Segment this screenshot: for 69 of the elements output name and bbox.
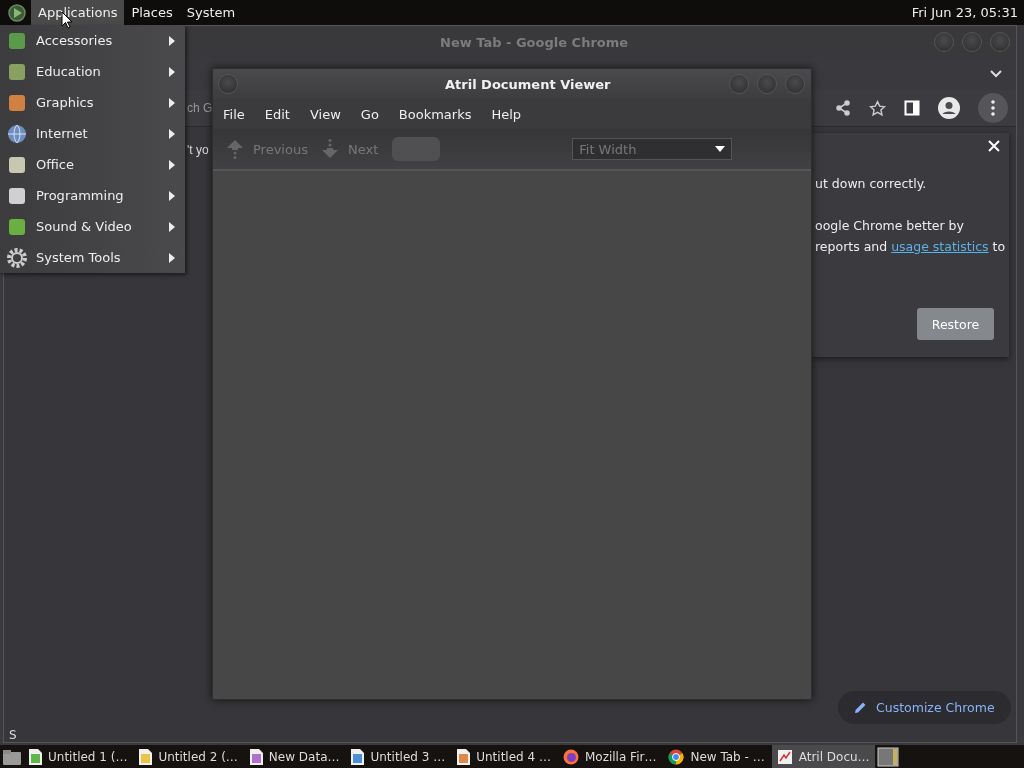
browser-icon [562, 748, 579, 765]
panel-menu[interactable]: System [179, 0, 243, 25]
submenu-arrow-icon [169, 128, 175, 139]
usage-statistics-link[interactable]: usage statistics [891, 239, 989, 254]
up-arrow-icon [225, 138, 245, 160]
submenu-arrow-icon [169, 190, 175, 201]
submenu-arrow-icon [169, 35, 175, 46]
taskbar-button[interactable]: New Tab - … [663, 745, 770, 768]
gear-icon [6, 246, 28, 269]
document-icon [457, 748, 471, 765]
taskbar-button[interactable]: Untitled 3 … [346, 745, 451, 768]
panel-menu[interactable]: Places [124, 0, 180, 25]
submenu-arrow-icon [169, 97, 175, 108]
page-text: 't yo [187, 143, 209, 157]
clock: Fri Jun 23, 05:31 [911, 5, 1019, 20]
panel-menu[interactable]: Applications [31, 0, 125, 25]
workspace-switcher-icon[interactable] [876, 746, 899, 767]
side-panel-icon[interactable] [904, 100, 920, 116]
dialog-text: ut down correctly. [815, 176, 927, 191]
window-title: New Tab - Google Chrome [440, 34, 629, 50]
menu-button[interactable] [978, 93, 1008, 123]
submenu-arrow-icon [169, 159, 175, 170]
taskbar-button[interactable]: Untitled 4 … [452, 745, 556, 768]
dialog-text: oogle Chrome better by [815, 218, 964, 233]
browser-icon [668, 748, 685, 765]
menu-item[interactable]: Help [481, 106, 532, 122]
page-text: S [9, 728, 17, 742]
pencil-icon [854, 701, 867, 714]
menu-item[interactable]: Office [0, 149, 185, 180]
logo-icon [7, 2, 27, 23]
taskbar-button[interactable]: Untitled 2 (… [134, 745, 243, 768]
search-text: ch G [187, 101, 213, 115]
submenu-arrow-icon [169, 66, 175, 77]
menu-item[interactable]: Internet [0, 118, 185, 149]
document-icon [351, 748, 365, 765]
chart-document-icon [776, 748, 793, 765]
menu-item[interactable]: Sound & Video [0, 211, 185, 242]
menu-item[interactable]: Programming [0, 180, 185, 211]
star-icon[interactable] [869, 99, 886, 117]
document-icon [29, 748, 42, 765]
menu-item[interactable]: Accessories [0, 25, 185, 56]
avatar-icon[interactable] [938, 97, 960, 119]
page-number-field[interactable] [392, 137, 441, 161]
menu-item[interactable]: Go [350, 106, 389, 122]
submenu-arrow-icon [169, 252, 175, 263]
document-icon [139, 748, 153, 765]
caret-down-icon [715, 146, 726, 152]
menu-item[interactable]: Bookmarks [388, 106, 482, 122]
taskbar-button[interactable]: New Data… [244, 745, 345, 768]
window-title: Atril Document Viewer [445, 76, 611, 92]
menu-item[interactable]: Education [0, 56, 185, 87]
close-icon[interactable] [988, 140, 1000, 152]
globe-icon [6, 122, 28, 145]
menu-item[interactable]: Edit [254, 106, 300, 122]
menu-item[interactable]: View [299, 106, 351, 122]
document-icon [249, 748, 263, 765]
taskbar-button[interactable]: Untitled 1 (… [24, 745, 133, 768]
menu-item[interactable]: File [213, 106, 255, 122]
submenu-arrow-icon [169, 221, 175, 232]
chevron-down-icon[interactable] [989, 69, 1003, 79]
dialog-text: reports and usage statistics to [815, 239, 1006, 254]
menu-icon [991, 100, 995, 116]
customize-chrome-button[interactable]: Customize Chrome [838, 691, 1011, 724]
taskbar-button[interactable]: Mozilla Fir… [557, 745, 662, 768]
menu-item[interactable]: System Tools [0, 242, 185, 273]
restore-button[interactable]: Restore [917, 308, 994, 340]
share-icon[interactable] [835, 100, 851, 116]
menu-item[interactable]: Graphics [0, 87, 185, 118]
taskbar-button[interactable]: Atril Docu… [771, 745, 875, 768]
